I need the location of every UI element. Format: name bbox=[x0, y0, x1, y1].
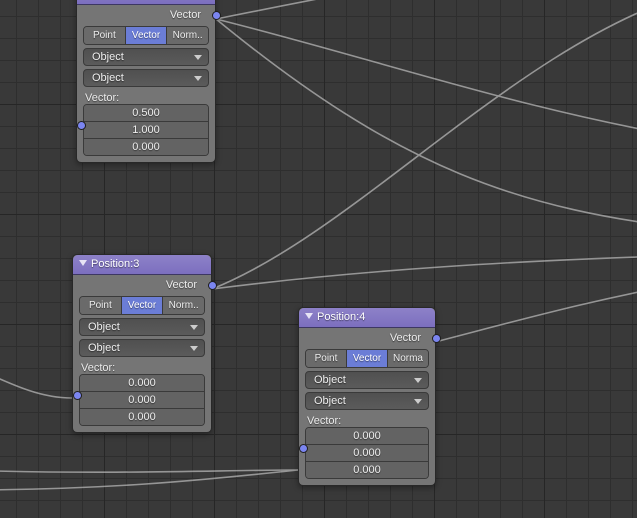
vector-xyz[interactable]: 0.000 0.000 0.000 bbox=[305, 427, 429, 479]
vector-z[interactable]: 0.000 bbox=[80, 408, 204, 425]
collapse-icon[interactable] bbox=[79, 260, 87, 266]
select-to[interactable]: Object bbox=[305, 392, 429, 410]
chevron-down-icon bbox=[190, 325, 198, 330]
type-segmented[interactable]: Point Vector Norm.. bbox=[83, 26, 209, 45]
seg-normal[interactable]: Norm.. bbox=[167, 27, 208, 44]
vector-x[interactable]: 0.000 bbox=[306, 428, 428, 444]
input-socket[interactable] bbox=[299, 444, 308, 453]
node-position-4[interactable]: Position:4 Vector Point Vector Norma Obj… bbox=[298, 307, 436, 486]
output-socket[interactable] bbox=[208, 281, 217, 290]
select-from-value: Object bbox=[92, 51, 124, 63]
seg-vector[interactable]: Vector bbox=[347, 350, 388, 367]
vector-xyz[interactable]: 0.000 0.000 0.000 bbox=[79, 374, 205, 426]
node-title: Position:4 bbox=[317, 311, 365, 323]
select-from-value: Object bbox=[88, 321, 120, 333]
output-vector-row: Vector bbox=[299, 328, 435, 347]
seg-point[interactable]: Point bbox=[80, 297, 122, 314]
seg-vector[interactable]: Vector bbox=[122, 297, 164, 314]
input-socket[interactable] bbox=[73, 391, 82, 400]
collapse-icon[interactable] bbox=[305, 313, 313, 319]
output-socket[interactable] bbox=[432, 334, 441, 343]
node-position-3[interactable]: Position:3 Vector Point Vector Norm.. Ob… bbox=[72, 254, 212, 433]
chevron-down-icon bbox=[194, 76, 202, 81]
chevron-down-icon bbox=[190, 346, 198, 351]
seg-normal[interactable]: Norm.. bbox=[163, 297, 204, 314]
select-from[interactable]: Object bbox=[305, 371, 429, 389]
output-vector-row: Vector bbox=[73, 275, 211, 294]
select-to-value: Object bbox=[88, 342, 120, 354]
vector-label: Vector: bbox=[83, 90, 209, 104]
input-socket[interactable] bbox=[77, 121, 86, 130]
output-label: Vector bbox=[166, 279, 197, 291]
node-header[interactable]: Position:3 bbox=[73, 255, 211, 275]
vector-label: Vector: bbox=[305, 413, 429, 427]
vector-x[interactable]: 0.000 bbox=[80, 375, 204, 391]
select-to-value: Object bbox=[92, 72, 124, 84]
seg-vector[interactable]: Vector bbox=[126, 27, 168, 44]
seg-point[interactable]: Point bbox=[84, 27, 126, 44]
chevron-down-icon bbox=[414, 378, 422, 383]
output-vector-row: Vector bbox=[77, 5, 215, 24]
vector-z[interactable]: 0.000 bbox=[84, 138, 208, 155]
vector-z[interactable]: 0.000 bbox=[306, 461, 428, 478]
chevron-down-icon bbox=[414, 399, 422, 404]
select-from[interactable]: Object bbox=[79, 318, 205, 336]
select-to-value: Object bbox=[314, 395, 346, 407]
node-position-2[interactable]: Position:2 Vector Point Vector Norm.. Ob… bbox=[76, 0, 216, 163]
chevron-down-icon bbox=[194, 55, 202, 60]
output-label: Vector bbox=[390, 332, 421, 344]
vector-y[interactable]: 1.000 bbox=[84, 121, 208, 138]
select-from-value: Object bbox=[314, 374, 346, 386]
vector-label: Vector: bbox=[79, 360, 205, 374]
output-socket[interactable] bbox=[212, 11, 221, 20]
node-header[interactable]: Position:4 bbox=[299, 308, 435, 328]
vector-xyz[interactable]: 0.500 1.000 0.000 bbox=[83, 104, 209, 156]
node-title: Position:3 bbox=[91, 258, 139, 270]
select-to[interactable]: Object bbox=[79, 339, 205, 357]
output-label: Vector bbox=[170, 9, 201, 21]
select-from[interactable]: Object bbox=[83, 48, 209, 66]
vector-y[interactable]: 0.000 bbox=[306, 444, 428, 461]
seg-normal[interactable]: Norma bbox=[388, 350, 428, 367]
type-segmented[interactable]: Point Vector Norm.. bbox=[79, 296, 205, 315]
vector-x[interactable]: 0.500 bbox=[84, 105, 208, 121]
type-segmented[interactable]: Point Vector Norma bbox=[305, 349, 429, 368]
seg-point[interactable]: Point bbox=[306, 350, 347, 367]
vector-y[interactable]: 0.000 bbox=[80, 391, 204, 408]
select-to[interactable]: Object bbox=[83, 69, 209, 87]
